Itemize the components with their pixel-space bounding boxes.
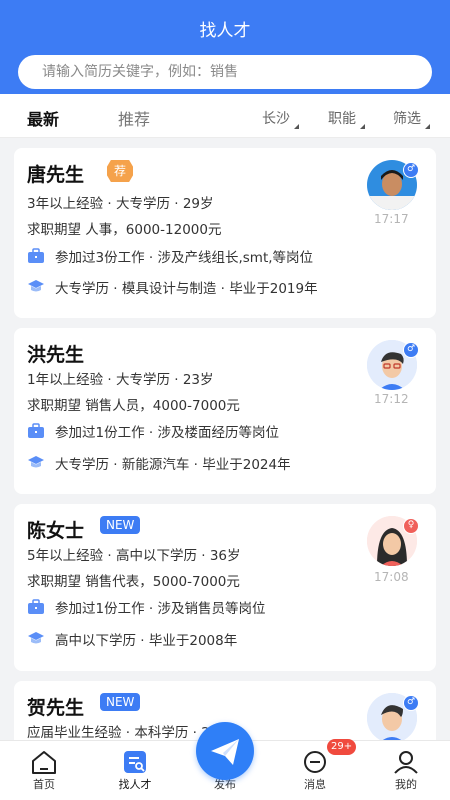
gender-male-icon: ♂ [403,695,419,711]
job-expectation: 求职期望 销售人员，4000-7000元 [27,398,240,414]
gender-female-icon: ♀ [403,518,419,534]
app-header: 找人才 请输入简历关键字，例如：销售 [0,0,450,94]
function-dropdown-label: 职能 [328,111,356,127]
page-title: 找人才 [199,21,251,41]
update-time: 17:12 [374,392,409,406]
tab-home-label: 首页 [33,778,55,791]
home-icon [32,751,56,774]
education-info: 大专学历 · 新能源汽车 · 毕业于2024年 [55,457,291,473]
tab-home[interactable]: 首页 [9,741,79,800]
tab-recommended[interactable]: 推荐 [118,106,150,130]
graduation-cap-icon [28,456,44,468]
tab-messages-label: 消息 [304,778,326,791]
candidate-name: 洪先生 [27,344,85,366]
tab-find-talent[interactable]: 找人才 [100,741,170,800]
work-experience: 参加过3份工作 · 涉及产线组长,smt,等岗位 [55,250,314,266]
work-experience: 参加过1份工作 · 涉及销售员等岗位 [55,601,266,617]
find-talent-icon [124,751,146,773]
filter-dropdown-label: 筛选 [393,111,421,127]
city-dropdown-label: 长沙 [262,111,290,127]
candidate-summary: 1年以上经验 · 大专学历 · 23岁 [27,372,214,388]
update-time: 17:08 [374,570,409,584]
profile-icon [394,751,418,774]
tab-profile[interactable]: 我的 [371,741,441,800]
function-dropdown[interactable]: 职能 [328,108,365,129]
gender-male-icon: ♂ [403,162,419,178]
message-count-badge: 29+ [327,739,357,755]
new-badge: NEW [100,516,141,534]
job-expectation: 求职期望 销售代表，5000-7000元 [27,574,240,590]
candidate-name: 陈女士 [27,520,85,542]
recommend-badge: 荐 [107,160,133,182]
candidate-summary: 3年以上经验 · 大专学历 · 29岁 [27,196,214,212]
work-experience: 参加过1份工作 · 涉及楼面经历等岗位 [55,425,279,441]
briefcase-icon [28,423,44,438]
filter-dropdown[interactable]: 筛选 [393,108,430,129]
tab-find-talent-label: 找人才 [118,778,152,791]
education-info: 大专学历 · 模具设计与制造 · 毕业于2019年 [55,281,318,297]
tab-latest[interactable]: 最新 [27,106,59,130]
briefcase-icon [28,599,44,614]
city-dropdown[interactable]: 长沙 [262,108,299,129]
briefcase-icon [28,248,44,263]
dropdown-arrow-icon [425,124,430,129]
filter-bar: 最新 推荐 长沙 职能 筛选 [0,94,450,138]
candidate-card[interactable]: 陈女士 NEW 5年以上经验 · 高中以下学历 · 36岁 求职期望 销售代表，… [14,504,436,671]
graduation-cap-icon [28,280,44,292]
search-input[interactable]: 请输入简历关键字，例如：销售 [18,55,432,89]
candidate-name: 贺先生 [27,697,85,719]
publish-button[interactable] [196,722,254,780]
message-icon [304,751,326,773]
update-time: 17:17 [374,212,409,226]
job-expectation: 求职期望 人事，6000-12000元 [27,222,222,238]
tab-profile-label: 我的 [395,778,417,791]
new-badge: NEW [100,693,141,711]
candidate-card[interactable]: 唐先生 荐 3年以上经验 · 大专学历 · 29岁 求职期望 人事，6000-1… [14,148,436,318]
candidate-summary: 5年以上经验 · 高中以下学历 · 36岁 [27,548,241,564]
graduation-cap-icon [28,632,44,644]
dropdown-arrow-icon [360,124,365,129]
dropdown-arrow-icon [294,124,299,129]
education-info: 高中以下学历 · 毕业于2008年 [55,633,238,649]
candidate-list: 唐先生 荐 3年以上经验 · 大专学历 · 29岁 求职期望 人事，6000-1… [0,138,450,740]
candidate-name: 唐先生 [27,164,85,186]
gender-male-icon: ♂ [403,342,419,358]
candidate-card[interactable]: 洪先生 1年以上经验 · 大专学历 · 23岁 求职期望 销售人员，4000-7… [14,328,436,494]
send-icon [211,739,239,765]
